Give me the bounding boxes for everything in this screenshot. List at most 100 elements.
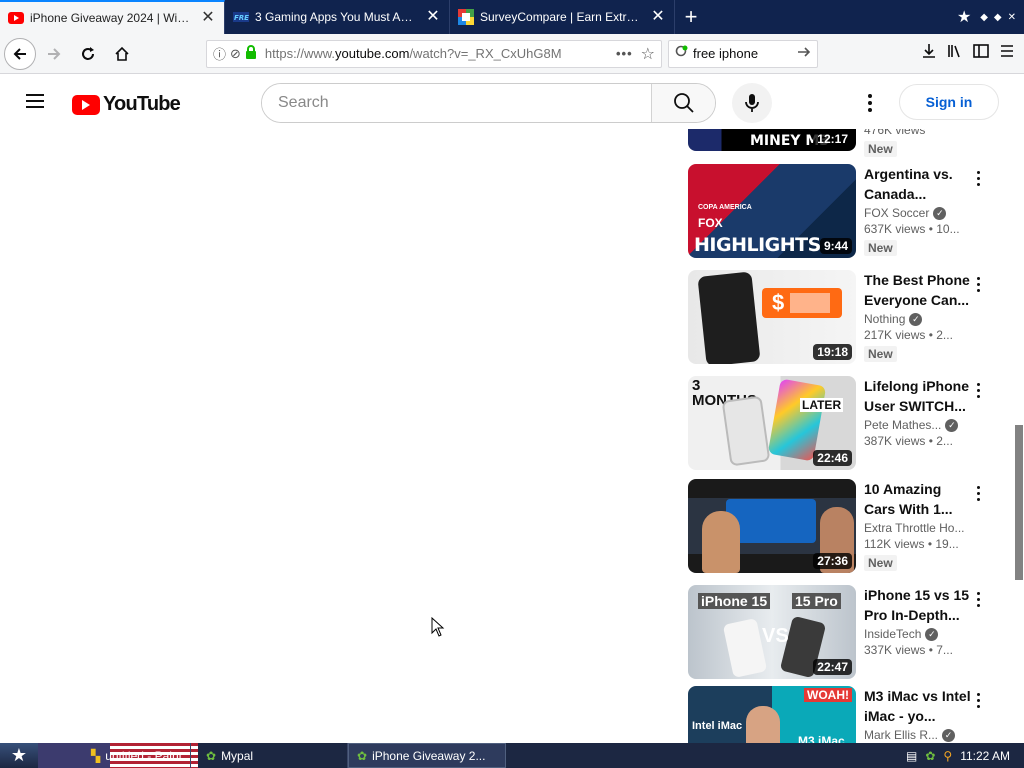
channel-label: InsideTech <box>864 627 922 641</box>
video-title[interactable]: iPhone 15 vs 15 Pro In-Depth... <box>864 585 972 625</box>
channel-name[interactable]: Pete Mathes... ✓ <box>864 418 972 432</box>
recommendation-item[interactable]: WOAH! Intel iMac M3 iMac M3 iMac vs Inte… <box>688 686 1000 743</box>
recommendation-item[interactable]: COPA AMERICA FOX HIGHLIGHTS 9:44 Argenti… <box>688 164 1000 260</box>
url-prefix: https://www. <box>264 46 335 61</box>
page-scrollbar-thumb[interactable] <box>1015 425 1023 580</box>
video-title[interactable]: The Best Phone Everyone Can... <box>864 270 972 310</box>
browser-search-box[interactable]: free iphone <box>668 39 818 68</box>
video-action-menu-icon[interactable] <box>972 690 984 710</box>
video-thumbnail[interactable]: $ 19:18 <box>688 270 856 364</box>
close-tab-icon[interactable]: ✕ <box>425 9 441 25</box>
library-icon[interactable] <box>946 42 964 65</box>
video-age: 19... <box>935 537 959 551</box>
forward-button[interactable] <box>38 38 70 70</box>
video-thumbnail[interactable]: COPA AMERICA FOX HIGHLIGHTS 9:44 <box>688 164 856 258</box>
recommendation-item[interactable]: 27:36 10 Amazing Cars With 1... Extra Th… <box>688 479 1000 575</box>
sidebar-toggle-icon[interactable] <box>972 42 990 65</box>
channel-name[interactable]: InsideTech ✓ <box>864 627 972 641</box>
keyboard-icon[interactable]: ▤ <box>906 749 917 763</box>
minimize-icon[interactable]: ◆ <box>980 12 988 23</box>
url-domain: youtube.com <box>335 46 410 61</box>
recommendation-partial[interactable]: MINEY M3 12:17 476K views New <box>688 129 1000 157</box>
phone-image <box>722 618 768 678</box>
flag-decoration: ▚ untitled - Paint <box>38 743 198 768</box>
toolbar-right <box>920 42 1020 65</box>
maximize-icon[interactable]: ◆ <box>994 12 1002 23</box>
new-tab-button[interactable]: + <box>675 0 707 34</box>
thumbnail-subtext: FOX <box>698 216 723 230</box>
close-window-icon[interactable]: ✕ <box>1008 12 1016 23</box>
taskbar-item-iphone-giveaway[interactable]: ✿ iPhone Giveaway 2... <box>348 743 506 768</box>
page-actions-icon[interactable]: ••• <box>616 46 633 61</box>
close-tab-icon[interactable]: ✕ <box>200 10 216 26</box>
channel-name[interactable]: FOX Soccer ✓ <box>864 206 972 220</box>
voice-search-button[interactable] <box>732 83 772 123</box>
downloads-icon[interactable] <box>920 42 938 65</box>
youtube-logo[interactable]: YouTube <box>72 93 181 116</box>
views-count: 112K views <box>864 537 925 551</box>
video-action-menu-icon[interactable] <box>972 483 984 503</box>
channel-name[interactable]: Nothing ✓ <box>864 312 972 326</box>
video-thumbnail[interactable]: MINEY M3 12:17 <box>688 129 856 151</box>
reload-button[interactable] <box>72 38 104 70</box>
tab-iphone-giveaway[interactable]: iPhone Giveaway 2024 | Win a Free ✕ <box>0 0 225 34</box>
url-text: https://www.youtube.com/watch?v=_RX_CxUh… <box>265 46 616 61</box>
video-action-menu-icon[interactable] <box>972 168 984 188</box>
video-thumbnail[interactable]: iPhone 15 15 Pro VS 22:47 <box>688 585 856 679</box>
network-icon[interactable]: ✿ <box>925 749 935 763</box>
phone-image <box>767 378 827 462</box>
youtube-header: YouTube Sign in <box>0 75 1024 129</box>
video-title[interactable]: 10 Amazing Cars With 1... <box>864 479 972 519</box>
video-title[interactable]: M3 iMac vs Intel iMac - yo... <box>864 686 972 726</box>
settings-kebab-icon[interactable] <box>858 91 882 115</box>
tab-surveycompare[interactable]: SurveyCompare | Earn Extra Cash ✕ <box>450 0 675 34</box>
home-button[interactable] <box>106 38 138 70</box>
person-image <box>746 706 780 743</box>
recommendation-item[interactable]: $ 19:18 The Best Phone Everyone Can... N… <box>688 270 1000 366</box>
thumbnail-text: WOAH! <box>804 688 852 702</box>
video-action-menu-icon[interactable] <box>972 589 984 609</box>
search-go-arrow-icon[interactable] <box>797 45 811 62</box>
start-button[interactable]: ★ <box>0 743 38 768</box>
recommendation-item[interactable]: iPhone 15 15 Pro VS 22:47 iPhone 15 vs 1… <box>688 585 1000 681</box>
taskbar-item-mypal[interactable]: ✿ Mypal <box>198 743 348 768</box>
new-badge: New <box>864 555 897 571</box>
close-tab-icon[interactable]: ✕ <box>650 9 666 25</box>
guide-menu-icon[interactable] <box>24 92 46 110</box>
video-title[interactable]: Argentina vs. Canada... <box>864 164 972 204</box>
window-controls: ★ ◆ ◆ ✕ <box>954 0 1024 34</box>
taskbar-item-paint[interactable]: ▚ untitled - Paint <box>83 743 191 768</box>
address-bar[interactable]: ⓘ ⊘ https://www.youtube.com/watch?v=_RX_… <box>206 39 662 68</box>
video-duration: 27:36 <box>813 553 852 569</box>
youtube-search-input[interactable] <box>262 84 651 122</box>
sign-in-button[interactable]: Sign in <box>899 84 999 120</box>
person-left <box>702 511 740 573</box>
info-icon[interactable]: ⓘ <box>213 44 226 63</box>
taskbar-item-label: iPhone Giveaway 2... <box>372 748 486 763</box>
youtube-search-button[interactable] <box>651 84 715 122</box>
menu-icon[interactable] <box>998 42 1016 65</box>
search-icon[interactable]: ⚲ <box>943 749 952 763</box>
video-age: 2... <box>936 328 953 342</box>
video-action-menu-icon[interactable] <box>972 380 984 400</box>
tracking-protection-icon[interactable]: ⊘ <box>230 46 241 62</box>
video-thumbnail[interactable]: 3 MONTHS LATER 22:46 <box>688 376 856 470</box>
recommendation-item[interactable]: 3 MONTHS LATER 22:46 Lifelong iPhone Use… <box>688 376 1000 472</box>
bookmark-star-icon[interactable]: ☆ <box>641 44 655 64</box>
video-thumbnail[interactable]: WOAH! Intel iMac M3 iMac <box>688 686 856 743</box>
thumbnail-subtext: LATER <box>800 398 844 412</box>
tab-gaming-apps[interactable]: FREE 3 Gaming Apps You Must Add to Yo ✕ <box>225 0 450 34</box>
video-title[interactable]: Lifelong iPhone User SWITCH... <box>864 376 972 416</box>
verified-check-icon: ✓ <box>909 312 923 326</box>
video-duration: 19:18 <box>813 344 852 360</box>
lock-icon <box>245 45 257 62</box>
thumbnail-text: $ <box>772 290 785 315</box>
thumbnail-subtext: COPA AMERICA <box>698 204 752 211</box>
clock[interactable]: 11:22 AM <box>960 749 1010 763</box>
channel-name[interactable]: Extra Throttle Ho... <box>864 521 972 535</box>
video-thumbnail[interactable]: 27:36 <box>688 479 856 573</box>
video-action-menu-icon[interactable] <box>972 274 984 294</box>
youtube-search-form <box>261 83 716 123</box>
back-button[interactable] <box>4 37 36 70</box>
channel-name[interactable]: Mark Ellis R... ✓ <box>864 728 972 742</box>
